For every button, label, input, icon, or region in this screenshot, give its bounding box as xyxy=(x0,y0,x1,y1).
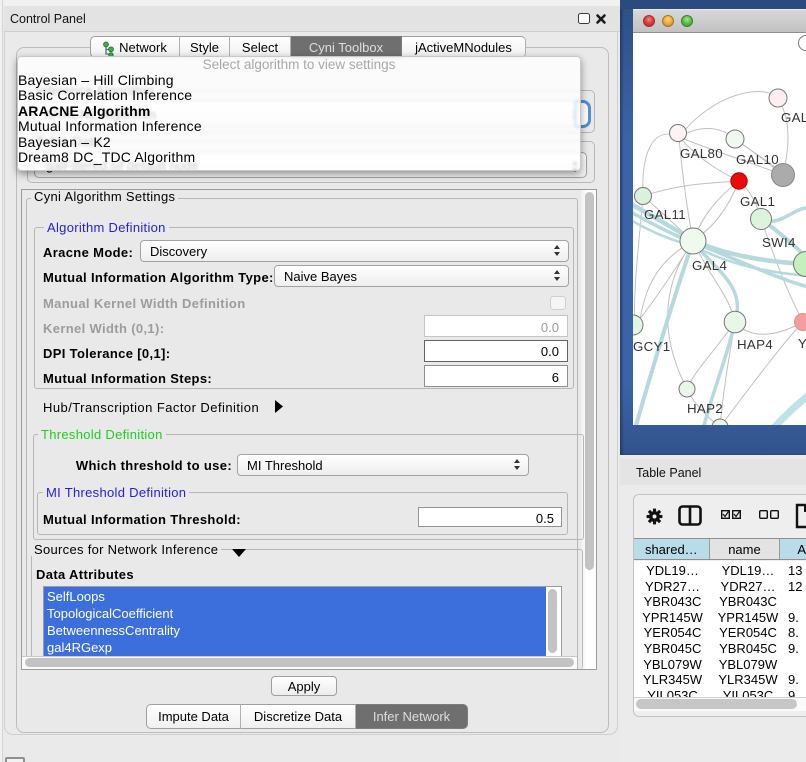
svg-text:GAL: GAL xyxy=(781,110,806,125)
svg-text:GAL80: GAL80 xyxy=(680,146,723,161)
svg-text:GAL10: GAL10 xyxy=(736,152,779,167)
svg-text:Y: Y xyxy=(798,336,806,351)
svg-text:HAP4: HAP4 xyxy=(737,337,773,352)
svg-text:SWI4: SWI4 xyxy=(762,235,796,250)
svg-text:GAL1: GAL1 xyxy=(740,194,775,209)
svg-text:GAL11: GAL11 xyxy=(644,207,686,222)
svg-text:HAP2: HAP2 xyxy=(687,401,723,416)
svg-text:GAL4: GAL4 xyxy=(692,258,727,273)
svg-text:GCY1: GCY1 xyxy=(633,339,670,354)
